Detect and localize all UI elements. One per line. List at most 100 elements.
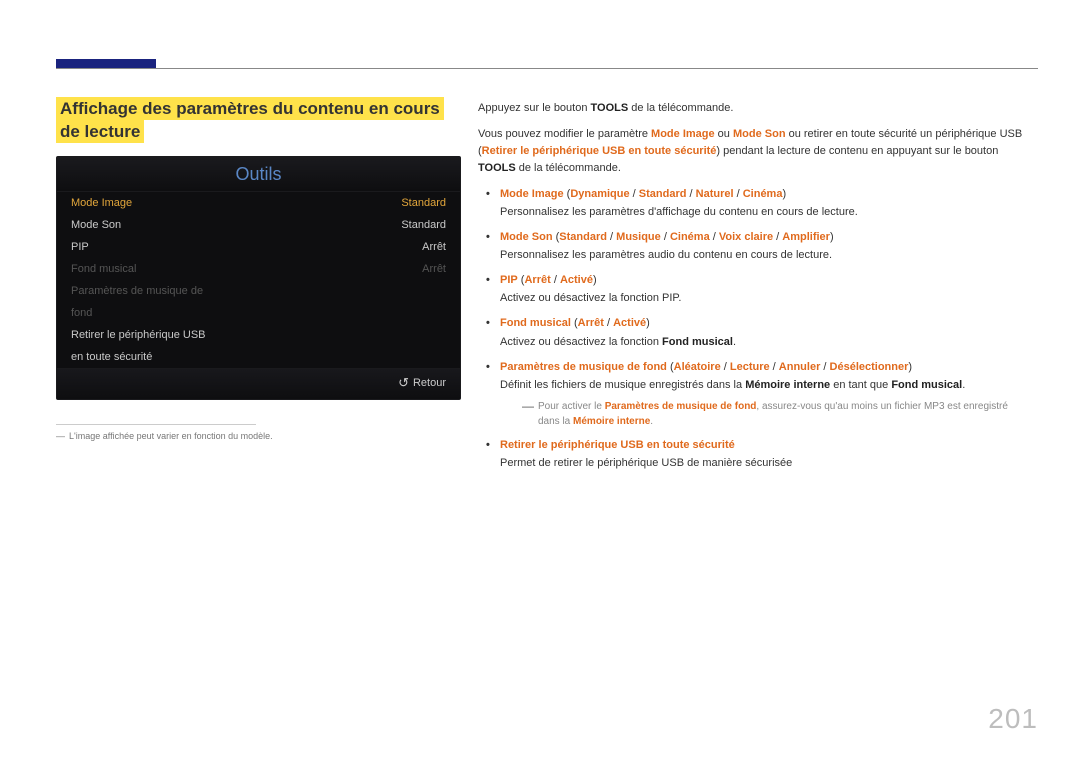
intro2-tools: TOOLS xyxy=(478,162,516,174)
opt: Standard xyxy=(639,188,687,200)
setting-desc: Personnalisez les paramètres audio du co… xyxy=(500,247,1026,264)
osd-row-label: fond xyxy=(71,307,92,319)
intro2-retirer: Retirer le périphérique USB en toute séc… xyxy=(482,145,717,157)
osd-row-value: Arrêt xyxy=(422,241,446,253)
paren: ) xyxy=(782,188,786,200)
slash: / xyxy=(710,231,719,243)
header-rule xyxy=(56,68,1038,69)
osd-row-label: Mode Son xyxy=(71,219,121,231)
osd-row-label: en toute sécurité xyxy=(71,351,152,363)
inline-note: Pour activer le Paramètres de musique de… xyxy=(522,399,1026,429)
intro1-post: de la télécommande. xyxy=(628,102,733,114)
setting-name: PIP xyxy=(500,274,518,286)
footnote: ― L'image affichée peut varier en fonctio… xyxy=(56,431,461,441)
setting-desc: Définit les fichiers de musique enregist… xyxy=(500,377,1026,394)
slash: / xyxy=(770,361,779,373)
osd-row-pip[interactable]: PIP Arrêt xyxy=(57,236,460,258)
opt: Annuler xyxy=(779,361,821,373)
opt: Dynamique xyxy=(570,188,629,200)
opt: Activé xyxy=(560,274,593,286)
item-fond-musical: Fond musical (Arrêt / Activé) Activez ou… xyxy=(478,315,1026,350)
setting-name: Paramètres de musique de fond xyxy=(500,361,667,373)
osd-row-label: Mode Image xyxy=(71,197,132,209)
osd-row-label: Fond musical xyxy=(71,263,136,275)
setting-name: Mode Image xyxy=(500,188,564,200)
osd-row-value: Standard xyxy=(401,219,446,231)
osd-row-mode-image[interactable]: Mode Image Standard xyxy=(57,192,460,214)
item-mode-son: Mode Son (Standard / Musique / Cinéma / … xyxy=(478,229,1026,264)
paren: ) xyxy=(908,361,912,373)
osd-row-label: PIP xyxy=(71,241,89,253)
intro1-pre: Appuyez sur le bouton xyxy=(478,102,591,114)
osd-row-retirer-usb-line2[interactable]: en toute sécurité xyxy=(57,346,460,368)
osd-row-label: Retirer le périphérique USB xyxy=(71,329,206,341)
settings-list: Mode Image (Dynamique / Standard / Natur… xyxy=(478,186,1026,472)
slash: / xyxy=(773,231,782,243)
section-title: Affichage des paramètres du contenu en c… xyxy=(56,97,444,143)
slash: / xyxy=(661,231,670,243)
note-e: . xyxy=(650,416,653,427)
osd-row-fond-musical: Fond musical Arrêt xyxy=(57,258,460,280)
osd-panel: Outils Mode Image Standard Mode Son Stan… xyxy=(56,156,461,400)
intro2-d: ) pendant la lecture de contenu en appuy… xyxy=(716,145,998,157)
note-b: Paramètres de musique de fond xyxy=(605,401,757,412)
osd-row-mode-son[interactable]: Mode Son Standard xyxy=(57,214,460,236)
setting-desc: Personnalisez les paramètres d'affichage… xyxy=(500,204,1026,221)
slash: / xyxy=(607,231,616,243)
opt: Activé xyxy=(613,317,646,329)
slash: / xyxy=(734,188,743,200)
opt: Voix claire xyxy=(719,231,773,243)
opt: Aléatoire xyxy=(674,361,721,373)
slash: / xyxy=(721,361,730,373)
paren: ) xyxy=(646,317,650,329)
section-title-wrap: Affichage des paramètres du contenu en c… xyxy=(56,98,461,144)
osd-footer-label: Retour xyxy=(413,377,446,389)
opt: Naturel xyxy=(696,188,734,200)
setting-desc: Activez ou désactivez la fonction PIP. xyxy=(500,290,1026,307)
setting-name: Mode Son xyxy=(500,231,553,243)
opt: Cinéma xyxy=(670,231,710,243)
slash: / xyxy=(551,274,560,286)
desc-a: Activez ou désactivez la fonction xyxy=(500,336,662,348)
left-column: Affichage des paramètres du contenu en c… xyxy=(56,98,461,441)
setting-desc: Permet de retirer le périphérique USB de… xyxy=(500,455,1026,472)
setting-desc: Activez ou désactivez la fonction Fond m… xyxy=(500,334,1026,351)
setting-name: Retirer le périphérique USB en toute séc… xyxy=(500,439,735,451)
opt: Cinéma xyxy=(743,188,783,200)
item-params-musique: Paramètres de musique de fond (Aléatoire… xyxy=(478,359,1026,429)
opt: Musique xyxy=(616,231,661,243)
footnote-text: L'image affichée peut varier en fonction… xyxy=(69,431,273,441)
opt: Arrêt xyxy=(578,317,604,329)
intro2-b: ou xyxy=(715,128,733,140)
osd-row-params-line1: Paramètres de musique de xyxy=(57,280,460,302)
desc-b: Fond musical xyxy=(662,336,733,348)
slash: / xyxy=(630,188,639,200)
item-mode-image: Mode Image (Dynamique / Standard / Natur… xyxy=(478,186,1026,221)
slash: / xyxy=(604,317,613,329)
osd-row-retirer-usb-line1[interactable]: Retirer le périphérique USB xyxy=(57,324,460,346)
intro2-e: de la télécommande. xyxy=(516,162,621,174)
page-number: 201 xyxy=(988,703,1038,735)
osd-footer: ↺Retour xyxy=(57,368,460,399)
footnote-rule xyxy=(56,424,256,425)
intro2-a: Vous pouvez modifier le paramètre xyxy=(478,128,651,140)
osd-row-value: Standard xyxy=(401,197,446,209)
item-retirer-usb: Retirer le périphérique USB en toute séc… xyxy=(478,437,1026,472)
desc-c: . xyxy=(733,336,736,348)
desc-a: Définit les fichiers de musique enregist… xyxy=(500,379,745,391)
opt: Arrêt xyxy=(524,274,550,286)
item-pip: PIP (Arrêt / Activé) Activez ou désactiv… xyxy=(478,272,1026,307)
setting-name: Fond musical xyxy=(500,317,571,329)
opt: Lecture xyxy=(730,361,770,373)
desc-c: en tant que xyxy=(830,379,891,391)
note-a: Pour activer le xyxy=(538,401,605,412)
right-column: Appuyez sur le bouton TOOLS de la téléco… xyxy=(478,100,1026,480)
osd-title: Outils xyxy=(57,157,460,192)
osd-row-params-line2: fond xyxy=(57,302,460,324)
footnote-dash: ― xyxy=(56,431,65,441)
intro2-mode-image: Mode Image xyxy=(651,128,715,140)
desc-d: Fond musical xyxy=(891,379,962,391)
desc-e: . xyxy=(962,379,965,391)
opt: Amplifier xyxy=(782,231,830,243)
note-d: Mémoire interne xyxy=(573,416,650,427)
